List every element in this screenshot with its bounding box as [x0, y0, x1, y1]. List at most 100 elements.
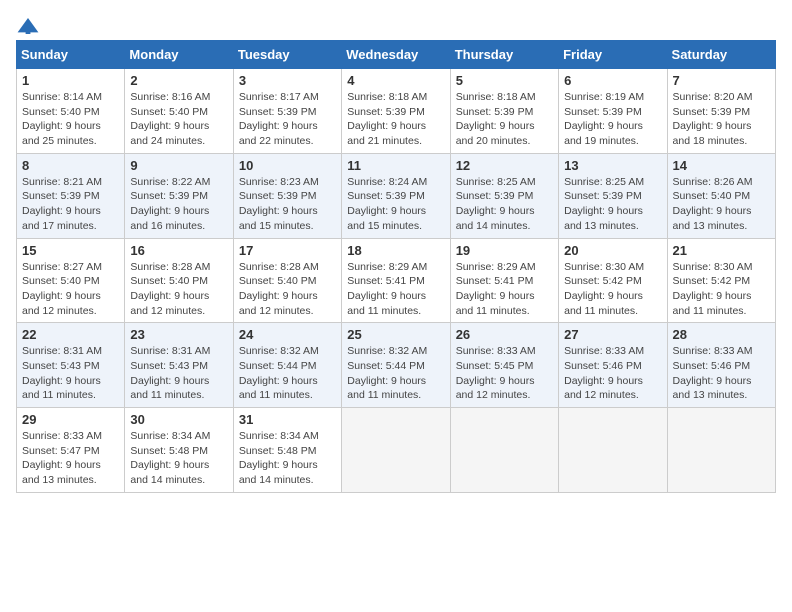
table-row	[559, 408, 667, 493]
day-info: Sunrise: 8:34 AM Sunset: 5:48 PM Dayligh…	[130, 429, 227, 488]
day-number: 4	[347, 73, 444, 88]
day-number: 16	[130, 243, 227, 258]
day-number: 22	[22, 327, 119, 342]
day-info: Sunrise: 8:32 AM Sunset: 5:44 PM Dayligh…	[239, 344, 336, 403]
table-row: 29 Sunrise: 8:33 AM Sunset: 5:47 PM Dayl…	[17, 408, 125, 493]
table-row: 21 Sunrise: 8:30 AM Sunset: 5:42 PM Dayl…	[667, 238, 775, 323]
table-row: 12 Sunrise: 8:25 AM Sunset: 5:39 PM Dayl…	[450, 153, 558, 238]
day-info: Sunrise: 8:17 AM Sunset: 5:39 PM Dayligh…	[239, 90, 336, 149]
table-row: 23 Sunrise: 8:31 AM Sunset: 5:43 PM Dayl…	[125, 323, 233, 408]
day-number: 10	[239, 158, 336, 173]
day-info: Sunrise: 8:14 AM Sunset: 5:40 PM Dayligh…	[22, 90, 119, 149]
calendar-header-cell: Saturday	[667, 41, 775, 69]
day-number: 29	[22, 412, 119, 427]
table-row: 16 Sunrise: 8:28 AM Sunset: 5:40 PM Dayl…	[125, 238, 233, 323]
calendar-header-cell: Friday	[559, 41, 667, 69]
day-number: 2	[130, 73, 227, 88]
table-row: 8 Sunrise: 8:21 AM Sunset: 5:39 PM Dayli…	[17, 153, 125, 238]
calendar-body: 1 Sunrise: 8:14 AM Sunset: 5:40 PM Dayli…	[17, 69, 776, 493]
table-row: 18 Sunrise: 8:29 AM Sunset: 5:41 PM Dayl…	[342, 238, 450, 323]
day-number: 21	[673, 243, 770, 258]
day-info: Sunrise: 8:28 AM Sunset: 5:40 PM Dayligh…	[239, 260, 336, 319]
calendar-week-row: 1 Sunrise: 8:14 AM Sunset: 5:40 PM Dayli…	[17, 69, 776, 154]
day-number: 12	[456, 158, 553, 173]
day-info: Sunrise: 8:20 AM Sunset: 5:39 PM Dayligh…	[673, 90, 770, 149]
table-row: 13 Sunrise: 8:25 AM Sunset: 5:39 PM Dayl…	[559, 153, 667, 238]
day-number: 7	[673, 73, 770, 88]
table-row: 14 Sunrise: 8:26 AM Sunset: 5:40 PM Dayl…	[667, 153, 775, 238]
calendar-week-row: 8 Sunrise: 8:21 AM Sunset: 5:39 PM Dayli…	[17, 153, 776, 238]
day-info: Sunrise: 8:26 AM Sunset: 5:40 PM Dayligh…	[673, 175, 770, 234]
table-row: 24 Sunrise: 8:32 AM Sunset: 5:44 PM Dayl…	[233, 323, 341, 408]
table-row: 6 Sunrise: 8:19 AM Sunset: 5:39 PM Dayli…	[559, 69, 667, 154]
calendar-table: SundayMondayTuesdayWednesdayThursdayFrid…	[16, 40, 776, 493]
table-row: 22 Sunrise: 8:31 AM Sunset: 5:43 PM Dayl…	[17, 323, 125, 408]
table-row: 5 Sunrise: 8:18 AM Sunset: 5:39 PM Dayli…	[450, 69, 558, 154]
table-row: 17 Sunrise: 8:28 AM Sunset: 5:40 PM Dayl…	[233, 238, 341, 323]
day-info: Sunrise: 8:18 AM Sunset: 5:39 PM Dayligh…	[456, 90, 553, 149]
day-info: Sunrise: 8:25 AM Sunset: 5:39 PM Dayligh…	[564, 175, 661, 234]
day-number: 30	[130, 412, 227, 427]
logo-icon	[16, 16, 40, 36]
day-number: 24	[239, 327, 336, 342]
day-info: Sunrise: 8:34 AM Sunset: 5:48 PM Dayligh…	[239, 429, 336, 488]
day-number: 14	[673, 158, 770, 173]
day-info: Sunrise: 8:31 AM Sunset: 5:43 PM Dayligh…	[22, 344, 119, 403]
day-info: Sunrise: 8:21 AM Sunset: 5:39 PM Dayligh…	[22, 175, 119, 234]
day-info: Sunrise: 8:33 AM Sunset: 5:46 PM Dayligh…	[673, 344, 770, 403]
day-info: Sunrise: 8:32 AM Sunset: 5:44 PM Dayligh…	[347, 344, 444, 403]
day-info: Sunrise: 8:19 AM Sunset: 5:39 PM Dayligh…	[564, 90, 661, 149]
table-row: 27 Sunrise: 8:33 AM Sunset: 5:46 PM Dayl…	[559, 323, 667, 408]
header	[16, 16, 776, 36]
table-row: 1 Sunrise: 8:14 AM Sunset: 5:40 PM Dayli…	[17, 69, 125, 154]
table-row: 31 Sunrise: 8:34 AM Sunset: 5:48 PM Dayl…	[233, 408, 341, 493]
day-number: 15	[22, 243, 119, 258]
day-number: 18	[347, 243, 444, 258]
day-info: Sunrise: 8:16 AM Sunset: 5:40 PM Dayligh…	[130, 90, 227, 149]
table-row: 9 Sunrise: 8:22 AM Sunset: 5:39 PM Dayli…	[125, 153, 233, 238]
table-row: 30 Sunrise: 8:34 AM Sunset: 5:48 PM Dayl…	[125, 408, 233, 493]
day-number: 9	[130, 158, 227, 173]
calendar-header-cell: Wednesday	[342, 41, 450, 69]
table-row: 2 Sunrise: 8:16 AM Sunset: 5:40 PM Dayli…	[125, 69, 233, 154]
table-row: 26 Sunrise: 8:33 AM Sunset: 5:45 PM Dayl…	[450, 323, 558, 408]
table-row: 4 Sunrise: 8:18 AM Sunset: 5:39 PM Dayli…	[342, 69, 450, 154]
table-row: 28 Sunrise: 8:33 AM Sunset: 5:46 PM Dayl…	[667, 323, 775, 408]
calendar-week-row: 22 Sunrise: 8:31 AM Sunset: 5:43 PM Dayl…	[17, 323, 776, 408]
day-number: 17	[239, 243, 336, 258]
day-info: Sunrise: 8:29 AM Sunset: 5:41 PM Dayligh…	[347, 260, 444, 319]
table-row: 19 Sunrise: 8:29 AM Sunset: 5:41 PM Dayl…	[450, 238, 558, 323]
calendar-header-cell: Monday	[125, 41, 233, 69]
day-info: Sunrise: 8:23 AM Sunset: 5:39 PM Dayligh…	[239, 175, 336, 234]
day-info: Sunrise: 8:22 AM Sunset: 5:39 PM Dayligh…	[130, 175, 227, 234]
calendar-week-row: 15 Sunrise: 8:27 AM Sunset: 5:40 PM Dayl…	[17, 238, 776, 323]
calendar-header-cell: Sunday	[17, 41, 125, 69]
day-info: Sunrise: 8:25 AM Sunset: 5:39 PM Dayligh…	[456, 175, 553, 234]
day-info: Sunrise: 8:28 AM Sunset: 5:40 PM Dayligh…	[130, 260, 227, 319]
table-row: 15 Sunrise: 8:27 AM Sunset: 5:40 PM Dayl…	[17, 238, 125, 323]
table-row: 3 Sunrise: 8:17 AM Sunset: 5:39 PM Dayli…	[233, 69, 341, 154]
table-row	[450, 408, 558, 493]
day-number: 23	[130, 327, 227, 342]
day-number: 13	[564, 158, 661, 173]
day-info: Sunrise: 8:27 AM Sunset: 5:40 PM Dayligh…	[22, 260, 119, 319]
day-number: 3	[239, 73, 336, 88]
day-number: 11	[347, 158, 444, 173]
table-row: 7 Sunrise: 8:20 AM Sunset: 5:39 PM Dayli…	[667, 69, 775, 154]
calendar-header-row: SundayMondayTuesdayWednesdayThursdayFrid…	[17, 41, 776, 69]
table-row: 20 Sunrise: 8:30 AM Sunset: 5:42 PM Dayl…	[559, 238, 667, 323]
day-info: Sunrise: 8:33 AM Sunset: 5:45 PM Dayligh…	[456, 344, 553, 403]
table-row	[667, 408, 775, 493]
day-number: 8	[22, 158, 119, 173]
day-number: 26	[456, 327, 553, 342]
day-info: Sunrise: 8:33 AM Sunset: 5:46 PM Dayligh…	[564, 344, 661, 403]
day-number: 20	[564, 243, 661, 258]
day-number: 28	[673, 327, 770, 342]
calendar-header-cell: Thursday	[450, 41, 558, 69]
day-info: Sunrise: 8:30 AM Sunset: 5:42 PM Dayligh…	[673, 260, 770, 319]
day-number: 1	[22, 73, 119, 88]
day-info: Sunrise: 8:24 AM Sunset: 5:39 PM Dayligh…	[347, 175, 444, 234]
table-row: 11 Sunrise: 8:24 AM Sunset: 5:39 PM Dayl…	[342, 153, 450, 238]
table-row	[342, 408, 450, 493]
day-info: Sunrise: 8:29 AM Sunset: 5:41 PM Dayligh…	[456, 260, 553, 319]
